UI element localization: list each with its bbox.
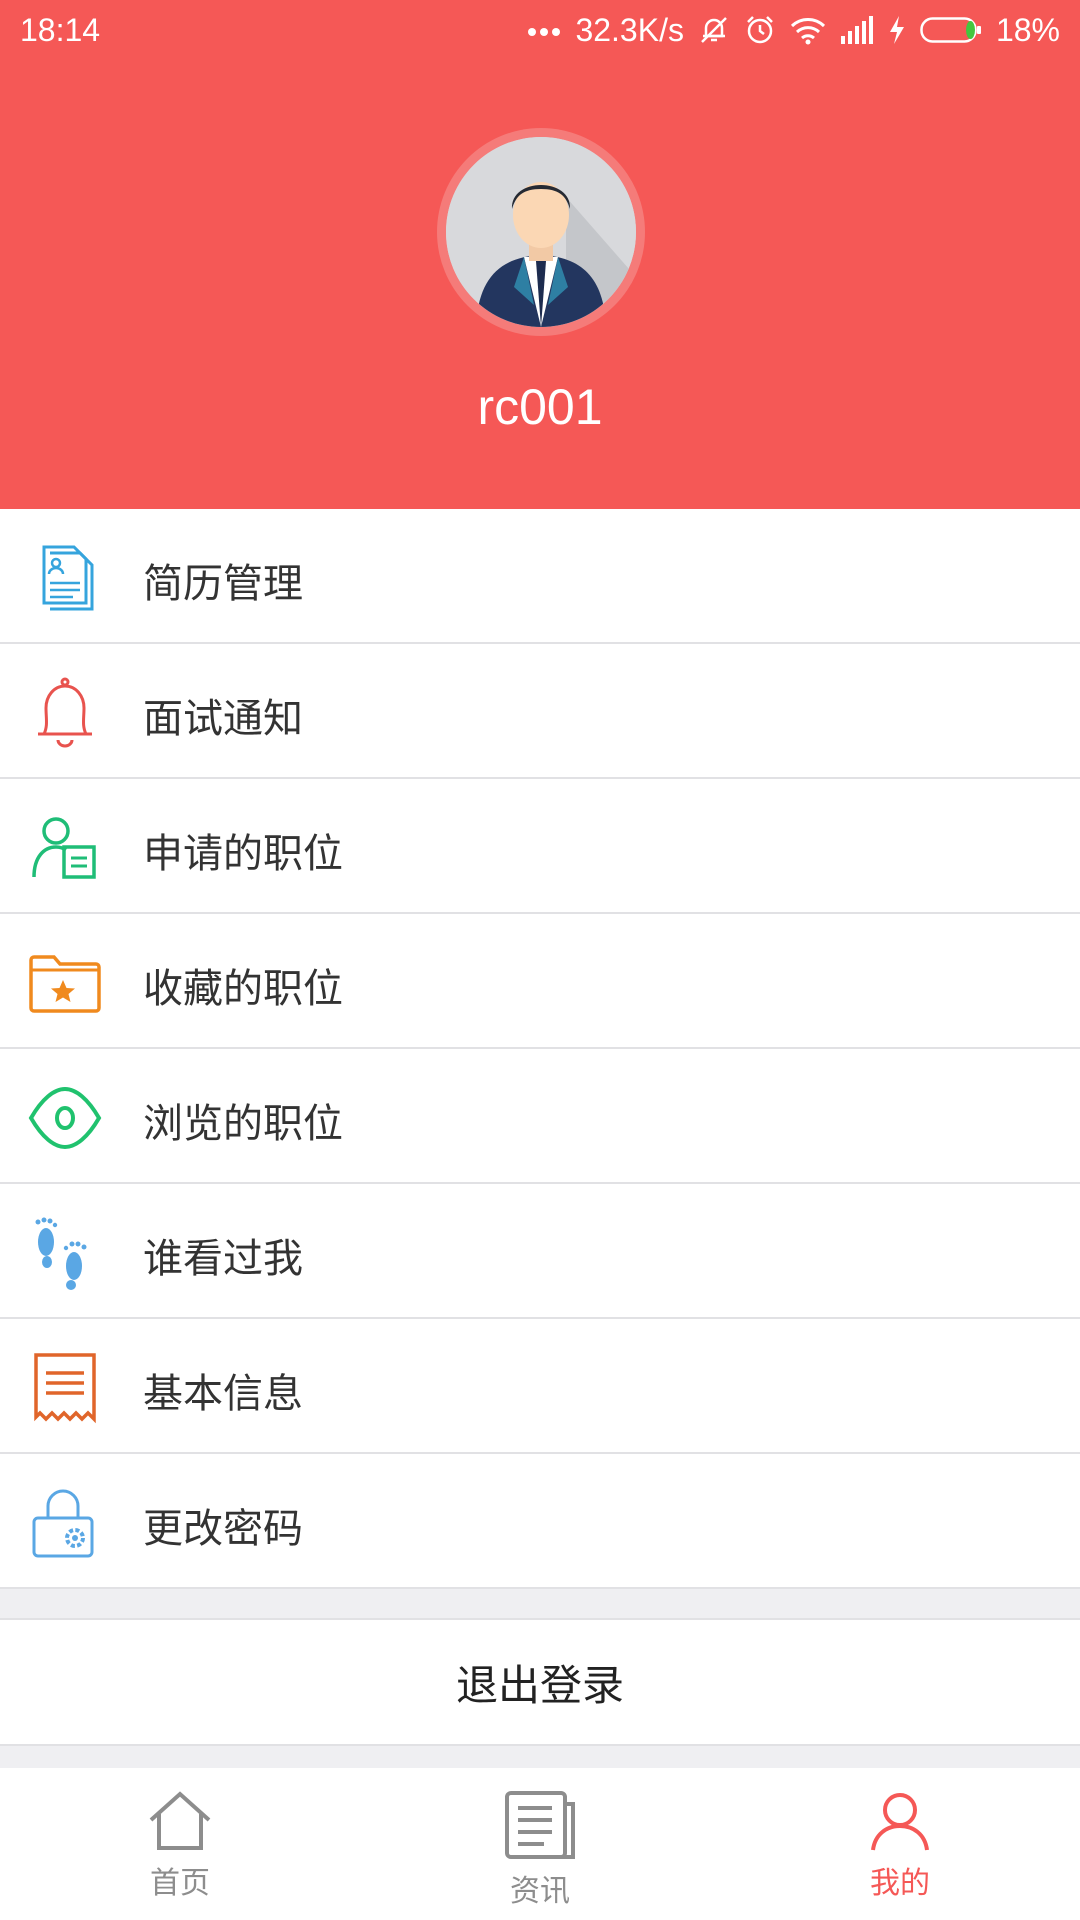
favorite-folder-icon — [29, 955, 101, 1013]
signal-icon — [840, 16, 873, 44]
menu-item-applied-jobs[interactable]: 申请的职位 — [0, 779, 1080, 914]
status-time: 18:14 — [20, 11, 101, 48]
menu-item-label: 谁看过我 — [143, 1236, 303, 1282]
bell-icon — [38, 677, 92, 748]
tab-home[interactable]: 首页 — [0, 1768, 360, 1920]
status-bar: 18:14 32.3K/s 18% — [0, 0, 1080, 60]
battery-icon — [920, 17, 981, 43]
profile-icon — [871, 1793, 929, 1851]
menu-item-label: 申请的职位 — [143, 831, 343, 877]
menu-item-viewed-jobs[interactable]: 浏览的职位 — [0, 1049, 1080, 1184]
home-icon — [149, 1791, 211, 1850]
dots-icon — [528, 28, 561, 36]
menu-item-who-viewed-me[interactable]: 谁看过我 — [0, 1184, 1080, 1319]
menu-item-label: 收藏的职位 — [143, 966, 343, 1012]
menu-item-resume[interactable]: 简历管理 — [0, 509, 1080, 644]
network-speed: 32.3K/s — [575, 11, 684, 48]
tab-news[interactable]: 资讯 — [360, 1768, 720, 1920]
menu-item-interview[interactable]: 面试通知 — [0, 644, 1080, 779]
news-icon — [505, 1791, 575, 1859]
menu-item-label: 基本信息 — [143, 1371, 303, 1417]
logout-label: 退出登录 — [455, 1660, 624, 1710]
lock-gear-icon — [32, 1489, 94, 1558]
menu-item-label: 简历管理 — [143, 561, 303, 607]
mute-icon — [701, 17, 727, 43]
tab-news-label: 资讯 — [510, 1874, 570, 1909]
resume-icon — [42, 545, 94, 611]
menu-item-favorite-jobs[interactable]: 收藏的职位 — [0, 914, 1080, 1049]
bottom-tab-bar: 首页 资讯 我的 — [0, 1768, 1080, 1920]
wifi-icon — [790, 18, 825, 45]
menu-item-label: 面试通知 — [143, 696, 303, 742]
tab-profile-label: 我的 — [870, 1866, 930, 1901]
tab-home-label: 首页 — [150, 1866, 210, 1901]
applied-jobs-icon — [32, 817, 96, 879]
menu-item-change-password[interactable]: 更改密码 — [0, 1454, 1080, 1589]
logout-button[interactable]: 退出登录 — [0, 1618, 1080, 1746]
alarm-icon — [747, 16, 773, 44]
receipt-icon — [34, 1353, 96, 1424]
status-icons: 32.3K/s 18% — [527, 12, 1060, 49]
tab-profile[interactable]: 我的 — [720, 1768, 1080, 1920]
battery-percent: 18% — [995, 11, 1060, 48]
charging-icon — [889, 16, 904, 44]
menu-item-label: 更改密码 — [143, 1506, 303, 1552]
menu-list: 简历管理 面试通知 申请的职位 收藏的职位 浏览的职位 谁看过我 基本信息 更改… — [0, 509, 1080, 1589]
footprints-icon — [35, 1217, 87, 1290]
avatar[interactable] — [437, 128, 645, 336]
menu-item-basic-info[interactable]: 基本信息 — [0, 1319, 1080, 1454]
avatar-businessman-icon — [446, 137, 636, 327]
profile-header: rc001 — [0, 60, 1080, 509]
menu-item-label: 浏览的职位 — [143, 1101, 343, 1147]
username: rc001 — [477, 379, 603, 435]
eye-icon — [28, 1086, 102, 1150]
